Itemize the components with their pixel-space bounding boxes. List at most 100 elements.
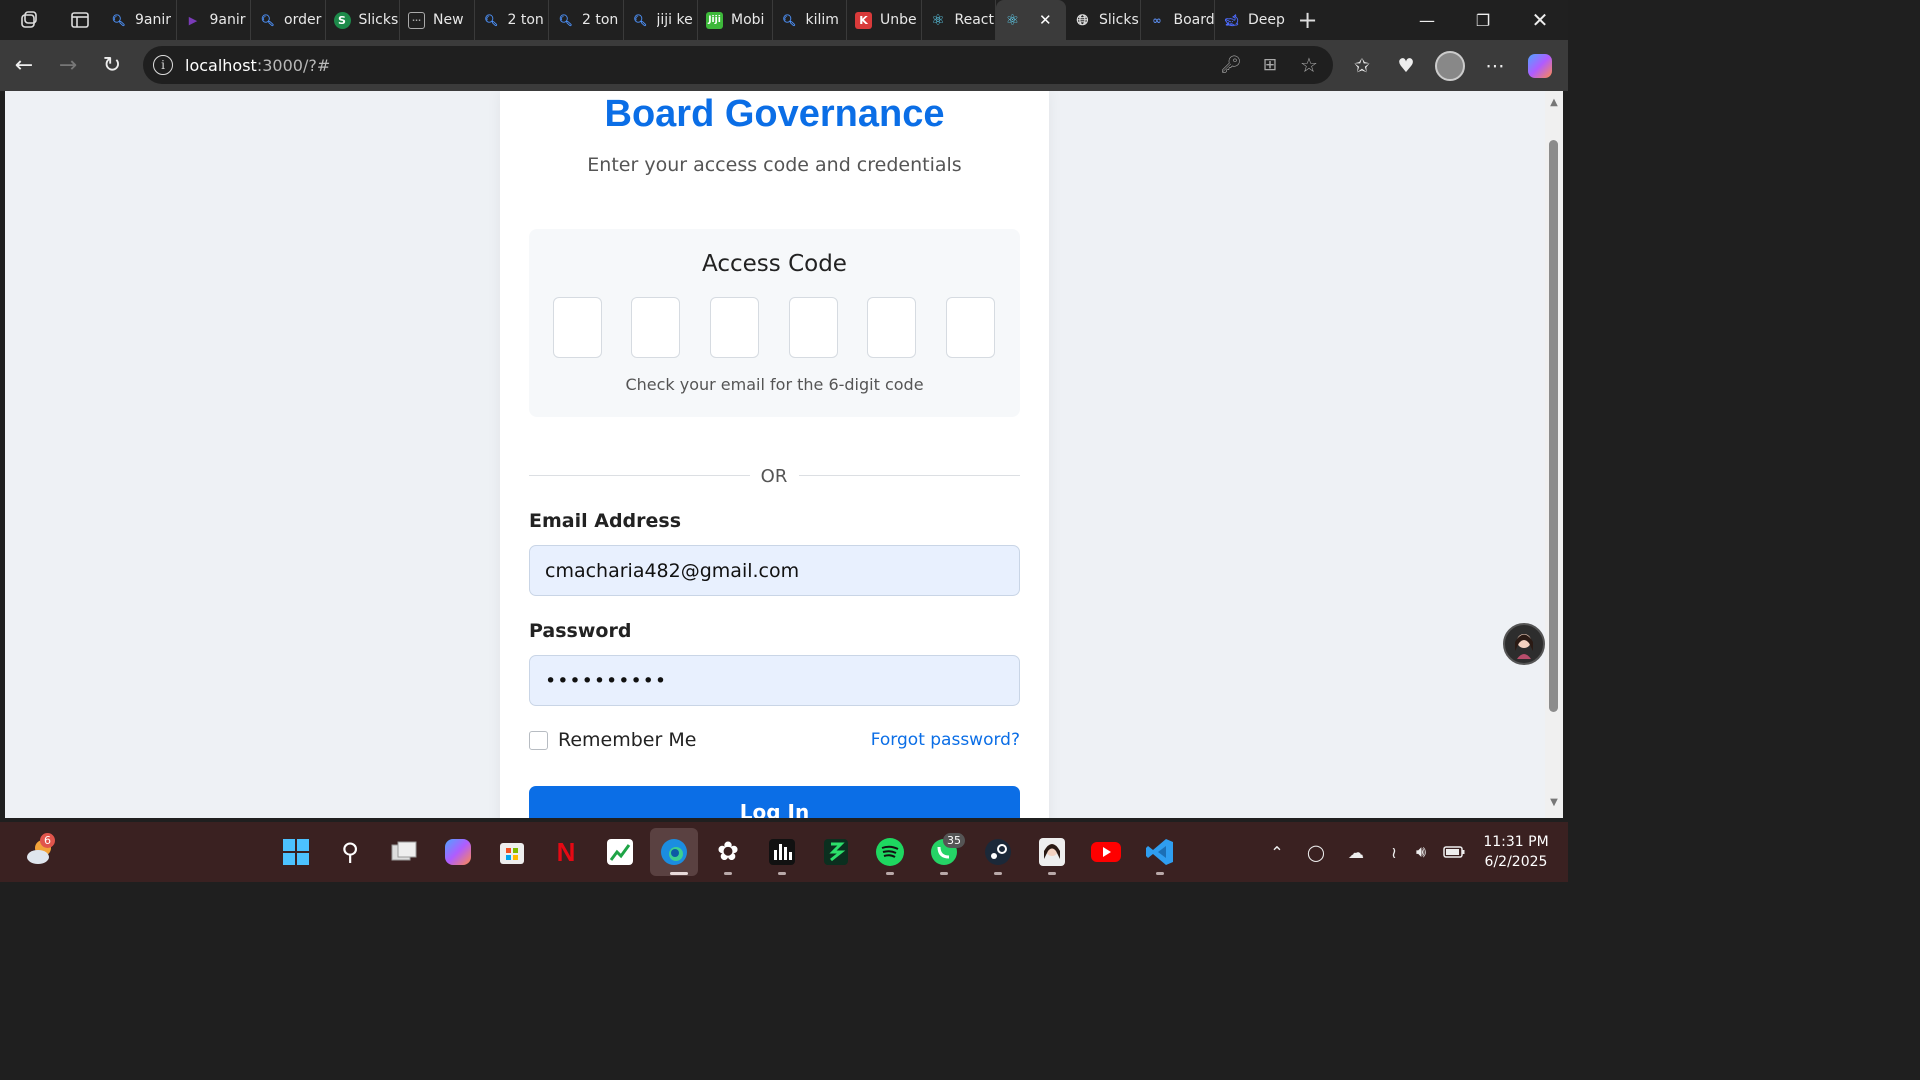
browser-tab[interactable]: ··· New xyxy=(400,0,475,40)
sportpesa-icon[interactable] xyxy=(818,834,854,870)
tab-strip: 🔍︎ 9anir ▶ 9anir 🔍︎ order S Slicks ··· N… xyxy=(0,0,1568,40)
code-digit-input[interactable] xyxy=(631,297,680,358)
browser-essentials-icon[interactable]: ♥ xyxy=(1386,40,1426,91)
login-button[interactable]: Log In xyxy=(529,786,1020,818)
browser-tab[interactable]: K Unbe xyxy=(847,0,922,40)
password-field[interactable]: •••••••••• xyxy=(529,655,1020,706)
forward-button[interactable]: → xyxy=(46,44,90,88)
wifi-icon[interactable]: ≀ xyxy=(1380,822,1408,882)
tray-app-icon[interactable]: ◯ xyxy=(1302,822,1330,882)
clock-date: 6/2/2025 xyxy=(1484,854,1548,870)
browser-tab[interactable]: ⚛ React xyxy=(922,0,996,40)
more-options-icon[interactable]: ⋯ xyxy=(1475,40,1515,91)
or-divider-text: OR xyxy=(760,466,788,487)
tab-title: Mobi xyxy=(731,12,765,28)
stocks-app-icon[interactable] xyxy=(602,834,638,870)
edge-browser-icon[interactable] xyxy=(656,834,692,870)
system-clock[interactable]: 11:31 PM 6/2/2025 xyxy=(1476,832,1556,872)
tab-title: 9anir xyxy=(135,12,172,28)
browser-tab[interactable]: 🔍︎ kilim xyxy=(773,0,847,40)
netflix-icon[interactable]: N xyxy=(548,834,584,870)
code-digit-input[interactable] xyxy=(789,297,838,358)
access-code-title: Access Code xyxy=(702,251,847,277)
start-button[interactable] xyxy=(278,834,314,870)
search-icon: 🔍︎ xyxy=(484,13,498,27)
url-text[interactable]: localhost:3000/?# xyxy=(185,56,330,75)
address-bar[interactable]: i localhost:3000/?# 🔑︎ ⊞ ☆ xyxy=(143,46,1333,84)
scroll-up-icon[interactable]: ▲ xyxy=(1546,97,1562,108)
profile-avatar[interactable] xyxy=(1430,40,1470,91)
remember-me-checkbox[interactable] xyxy=(529,731,548,750)
close-window-button[interactable]: ✕ xyxy=(1512,0,1568,40)
workspaces-icon[interactable] xyxy=(0,0,58,40)
tab-title: Board xyxy=(1173,12,1214,28)
youtube-icon[interactable] xyxy=(1088,834,1124,870)
app-available-icon[interactable]: ⊞ xyxy=(1254,46,1286,84)
forgot-password-link[interactable]: Forgot password? xyxy=(871,730,1020,750)
email-field[interactable]: cmacharia482@gmail.com xyxy=(529,545,1020,596)
copilot-taskbar-icon[interactable] xyxy=(440,834,476,870)
access-code-section: Access Code Check your email for the 6-d… xyxy=(529,229,1020,417)
steam-icon[interactable] xyxy=(980,834,1016,870)
running-indicator xyxy=(1156,872,1164,875)
key-icon[interactable]: 🔑︎ xyxy=(1215,46,1247,84)
store-icon[interactable] xyxy=(494,834,530,870)
search-icon[interactable]: ⚲ xyxy=(332,834,368,870)
weather-badge: 6 xyxy=(40,833,55,848)
browser-tab[interactable]: 🐋︎ Deep xyxy=(1215,0,1290,40)
vscode-icon[interactable] xyxy=(1142,834,1178,870)
code-digit-input[interactable] xyxy=(553,297,602,358)
browser-tab[interactable]: 🔍︎ order xyxy=(251,0,326,40)
browser-tab[interactable]: 🔍︎ 9anir xyxy=(102,0,177,40)
login-card: Board Governance Enter your access code … xyxy=(500,91,1049,818)
scroll-down-icon[interactable]: ▼ xyxy=(1546,797,1562,808)
spotify-icon[interactable] xyxy=(872,834,908,870)
browser-tab[interactable]: ▶ 9anir xyxy=(177,0,251,40)
scrollbar-thumb[interactable] xyxy=(1549,140,1558,712)
restore-button[interactable]: ❐ xyxy=(1455,0,1511,40)
tab-title: Deep xyxy=(1248,12,1285,28)
code-digit-input[interactable] xyxy=(946,297,995,358)
tab-title: 9anir xyxy=(209,12,246,28)
browser-tab[interactable]: ∞ Board xyxy=(1141,0,1215,40)
browser-tab[interactable]: 🔍︎ 2 ton xyxy=(549,0,624,40)
favorites-icon[interactable]: ✩ xyxy=(1342,40,1382,91)
code-digit-input[interactable] xyxy=(867,297,916,358)
volume-icon[interactable]: 🔊︎ xyxy=(1408,822,1434,882)
site-info-icon[interactable]: i xyxy=(153,55,173,75)
browser-tab[interactable]: 🔍︎ jiji ke xyxy=(624,0,698,40)
tab-actions-icon[interactable] xyxy=(58,0,102,40)
tab-title: New xyxy=(433,12,464,28)
new-tab-button[interactable]: + xyxy=(1290,0,1326,40)
close-tab-icon[interactable]: ✕ xyxy=(1039,11,1052,29)
favorite-star-icon[interactable]: ☆ xyxy=(1293,46,1325,84)
browser-toolbar: ← → ↻ i localhost:3000/?# 🔑︎ ⊞ ☆ ✩ ♥ ⋯ xyxy=(0,40,1568,91)
email-label: Email Address xyxy=(529,510,682,532)
browser-tab[interactable]: 🔍︎ 2 ton xyxy=(475,0,549,40)
minimize-button[interactable]: — xyxy=(1399,0,1455,40)
url-path: :3000/?# xyxy=(256,55,331,75)
refresh-button[interactable]: ↻ xyxy=(90,44,134,88)
anime-avatar-app-icon[interactable] xyxy=(1034,834,1070,870)
tab-title: React xyxy=(954,12,994,28)
code-digit-input[interactable] xyxy=(710,297,759,358)
divider-line xyxy=(529,475,750,476)
task-view-icon[interactable] xyxy=(386,834,422,870)
show-hidden-icons-chevron-icon[interactable]: ⌃ xyxy=(1262,822,1292,882)
browser-tab[interactable]: Jiji Mobi xyxy=(698,0,773,40)
running-indicator xyxy=(886,872,894,875)
chatgpt-icon[interactable]: ✿ xyxy=(710,834,746,870)
page-title: Board Governance xyxy=(604,93,945,135)
browser-tab[interactable]: S Slicks xyxy=(326,0,400,40)
floating-assistant-avatar[interactable] xyxy=(1503,623,1545,665)
browser-tab[interactable]: 🌐︎ Slicks xyxy=(1066,0,1141,40)
copilot-icon[interactable] xyxy=(1520,40,1560,91)
tab-title: kilim xyxy=(805,12,839,28)
play-icon: ▶ xyxy=(188,13,198,27)
remember-me-label[interactable]: Remember Me xyxy=(558,729,696,751)
battery-icon[interactable] xyxy=(1440,822,1468,882)
audio-app-icon[interactable] xyxy=(764,834,800,870)
onedrive-icon[interactable]: ☁ xyxy=(1342,822,1370,882)
back-button[interactable]: ← xyxy=(2,44,46,88)
browser-tab-active[interactable]: ⚛ ✕ xyxy=(996,0,1066,40)
